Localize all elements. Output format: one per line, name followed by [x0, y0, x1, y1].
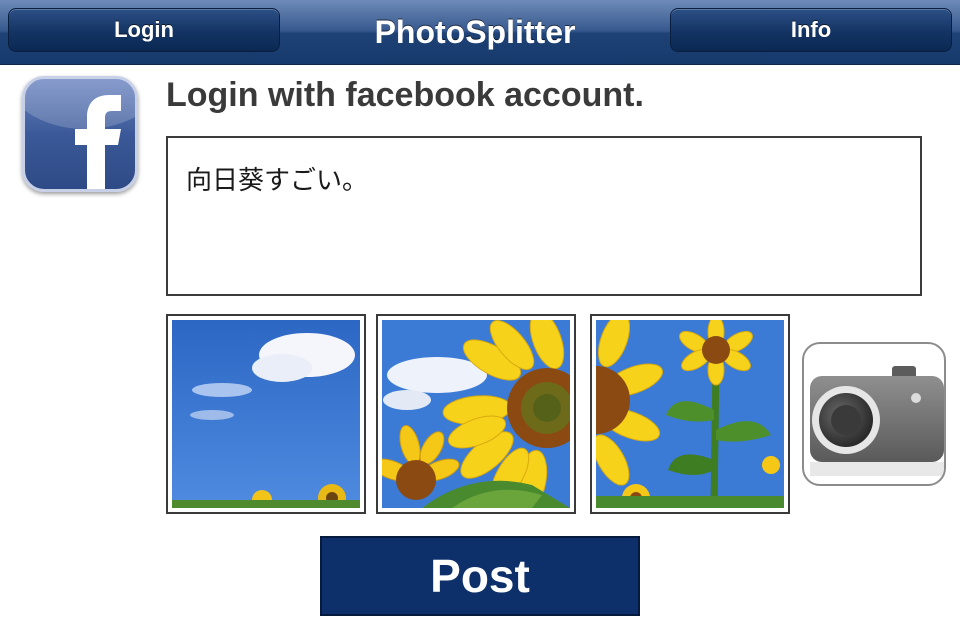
navigation-bar: Login PhotoSplitter Info	[0, 0, 960, 65]
app-title: PhotoSplitter	[374, 13, 576, 50]
post-button[interactable]: Post	[320, 536, 640, 616]
photo-sky-thumbnail	[172, 320, 360, 508]
login-heading: Login with facebook account.	[166, 76, 644, 114]
message-textarea[interactable]: 向日葵すごい。	[166, 136, 922, 296]
photo-sunflower-thumbnail	[382, 320, 570, 508]
photo-sunflower-stem-thumbnail	[596, 320, 784, 508]
info-button-label: Info	[790, 17, 832, 42]
post-button-label: Post	[430, 550, 530, 602]
photo-thumbnail-2[interactable]	[376, 314, 576, 514]
login-button[interactable]: Login	[8, 8, 280, 52]
message-text: 向日葵すごい。	[186, 166, 369, 196]
camera-icon	[810, 366, 944, 476]
photo-thumbnail-3[interactable]	[590, 314, 790, 514]
camera-button[interactable]	[802, 342, 946, 486]
facebook-logo-icon[interactable]	[22, 76, 138, 192]
login-button-label: Login	[114, 17, 174, 42]
photo-thumbnail-1[interactable]	[166, 314, 366, 514]
info-button[interactable]: Info	[670, 8, 952, 52]
